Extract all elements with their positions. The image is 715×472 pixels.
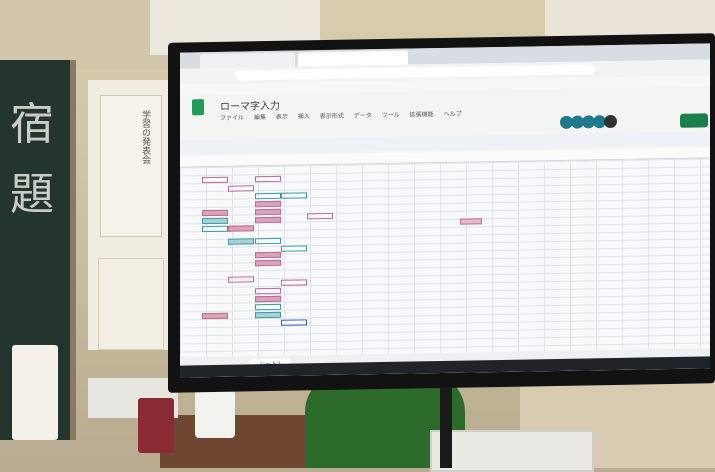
blackboard-chalk-text: 宿題	[10, 99, 54, 220]
share-button[interactable]	[680, 113, 708, 128]
monitor: ローマ字入力 ファイル 編集 表示 挿入 表示形式 データ ツール 拡張機能 ヘ…	[168, 33, 715, 393]
menu-insert[interactable]: 挿入	[298, 113, 310, 120]
menu-tools[interactable]: ツール	[382, 112, 400, 119]
notice-paper-lower	[98, 258, 164, 350]
grid-cell[interactable]	[255, 259, 281, 267]
basket	[430, 430, 594, 472]
menu-edit[interactable]: 編集	[254, 114, 266, 121]
menu-extensions[interactable]: 拡張機能	[410, 111, 434, 118]
grid-cell[interactable]	[202, 225, 228, 233]
grid-cell[interactable]	[255, 303, 281, 311]
grid-cell[interactable]	[281, 245, 307, 252]
menu-format[interactable]: 表示形式	[320, 113, 344, 120]
grid-cell[interactable]	[255, 237, 281, 245]
monitor-stand	[440, 388, 452, 468]
menu-file[interactable]: ファイル	[220, 114, 244, 121]
white-cup	[195, 390, 235, 438]
grid-cell[interactable]	[228, 276, 254, 283]
grid-cell[interactable]	[255, 295, 281, 303]
grid-cell[interactable]	[202, 312, 228, 320]
grid-cell[interactable]	[460, 218, 482, 225]
grid-cell[interactable]	[255, 192, 281, 200]
grid-cell[interactable]	[255, 216, 281, 224]
grid-cell[interactable]	[255, 251, 281, 259]
notice-text: 学習の発表会	[140, 110, 150, 164]
grid-cell[interactable]	[255, 311, 281, 319]
collaborator-avatars	[560, 114, 640, 130]
grid-cell[interactable]	[255, 208, 281, 216]
grid-cell[interactable]	[202, 176, 228, 184]
grid-cell[interactable]	[255, 175, 281, 183]
red-cup	[138, 398, 174, 453]
grid-cell[interactable]	[307, 212, 333, 220]
grid-cell[interactable]	[281, 192, 307, 199]
grid-cell[interactable]	[228, 225, 254, 232]
avatar[interactable]	[604, 114, 617, 129]
grid-cell[interactable]	[228, 185, 254, 192]
grid-cell-selected[interactable]	[281, 319, 307, 326]
menu-view[interactable]: 表示	[276, 114, 288, 121]
sheets-logo-icon[interactable]	[192, 99, 204, 116]
grid-cell[interactable]	[202, 209, 228, 217]
document-title[interactable]: ローマ字入力	[220, 97, 280, 113]
grid-cell[interactable]	[202, 217, 228, 225]
menu-help[interactable]: ヘルプ	[444, 111, 462, 118]
grid-cell[interactable]	[228, 238, 254, 245]
spreadsheet-grid[interactable]	[180, 158, 710, 358]
monitor-screen: ローマ字入力 ファイル 編集 表示 挿入 表示形式 データ ツール 拡張機能 ヘ…	[180, 43, 710, 378]
calendar-card	[12, 345, 58, 440]
grid-cell[interactable]	[281, 279, 307, 286]
menu-data[interactable]: データ	[354, 112, 372, 119]
grid-cell[interactable]	[255, 287, 281, 295]
grid-cell[interactable]	[255, 200, 281, 208]
